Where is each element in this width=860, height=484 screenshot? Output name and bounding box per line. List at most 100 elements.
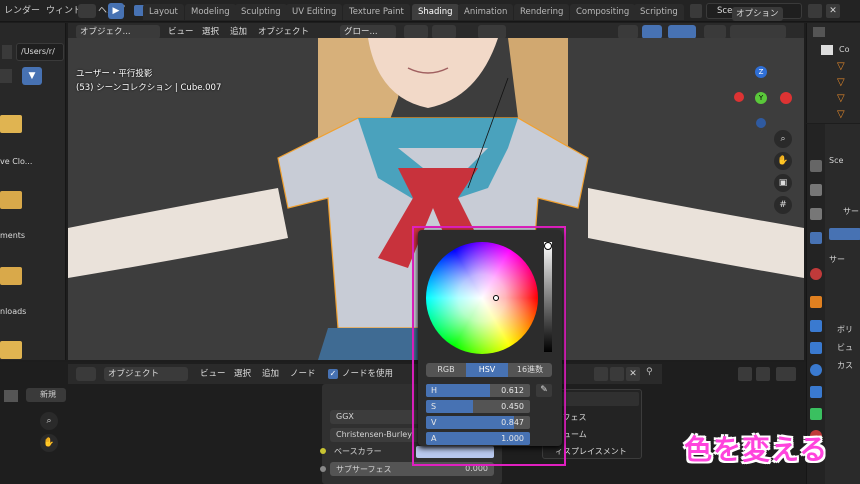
eyedropper-icon[interactable]: ✎ (536, 384, 552, 397)
pivot-icon[interactable] (404, 25, 428, 39)
world-tab-icon[interactable] (810, 268, 822, 280)
upload-icon[interactable] (738, 367, 752, 381)
base-color-socket[interactable] (320, 448, 326, 454)
new-scene-icon[interactable] (808, 4, 822, 18)
saturation-slider[interactable]: S 0.450 (426, 400, 530, 413)
menu-select[interactable]: 選択 (234, 367, 251, 381)
tab-animation[interactable]: Animation (458, 4, 514, 20)
orientation-dropdown[interactable]: グロー... (340, 25, 396, 39)
tab-hsv[interactable]: HSV (466, 363, 508, 377)
tab-modeling[interactable]: Modeling (185, 4, 236, 20)
tab-shading[interactable]: Shading (412, 4, 459, 20)
back-icon[interactable] (2, 45, 12, 59)
zoom-icon[interactable]: ⌕ (40, 412, 58, 430)
copy-icon[interactable] (610, 367, 624, 381)
folder-icon[interactable] (0, 267, 22, 285)
camera-icon[interactable]: ▣ (774, 174, 792, 192)
filter-icon[interactable]: ▼ (22, 67, 42, 85)
pan-hand-icon[interactable]: ✋ (40, 434, 58, 452)
collection-icon[interactable] (821, 45, 833, 55)
pin-icon[interactable]: ⚲ (646, 367, 658, 381)
custom-props-label[interactable]: カス (837, 360, 853, 371)
editor-type-icon[interactable] (78, 4, 96, 18)
zoom-icon[interactable]: ⌕ (774, 130, 792, 148)
surface-selected-row[interactable] (829, 228, 860, 240)
menu-render[interactable]: レンダー (4, 4, 40, 18)
new-button[interactable]: 新規 (26, 388, 66, 402)
value-slider-handle[interactable] (544, 242, 552, 250)
shield-icon[interactable] (594, 367, 608, 381)
color-picker-popup[interactable]: RGB HSV 16進数 H 0.612 S 0.450 V 0.847 A 1… (418, 230, 562, 446)
tool-tab-icon[interactable] (810, 160, 822, 172)
view-layer-tab-icon[interactable] (810, 232, 822, 244)
object-icon[interactable]: ▽ (837, 93, 845, 104)
volume-panel-label[interactable]: ボリ (837, 324, 853, 335)
gizmo-toggle-icon[interactable] (642, 25, 662, 39)
menu-select[interactable]: 選択 (202, 25, 219, 39)
gizmo-y-axis[interactable]: Y (755, 92, 767, 104)
folder-icon[interactable] (0, 341, 22, 359)
subsurface-socket[interactable] (320, 466, 326, 472)
physics-tab-icon[interactable] (810, 364, 822, 376)
menu-add[interactable]: 追加 (262, 367, 279, 381)
overlay-toggle-icon[interactable] (668, 25, 696, 39)
gizmo-z-axis[interactable]: Z (755, 66, 767, 78)
delete-scene-icon[interactable]: ✕ (826, 4, 840, 18)
options-button[interactable]: オプション (732, 7, 783, 21)
gizmo-neg-x-axis[interactable] (734, 92, 744, 102)
path-field[interactable]: /Users/r/ (16, 43, 64, 61)
color-wheel[interactable] (426, 242, 538, 354)
close-icon[interactable]: ✕ (626, 367, 640, 381)
particles-tab-icon[interactable] (810, 342, 822, 354)
tab-uv-editing[interactable]: UV Editing (286, 4, 343, 20)
proportional-icon[interactable] (478, 25, 506, 39)
tab-sculpting[interactable]: Sculpting (235, 4, 287, 20)
gizmo-x-axis[interactable] (780, 92, 792, 104)
object-icon[interactable]: ▽ (837, 77, 845, 88)
mode-dropdown[interactable]: オブジェク... (76, 25, 160, 39)
tab-texture-paint[interactable]: Texture Paint (343, 4, 410, 20)
folder-icon[interactable] (0, 191, 22, 209)
view-toggle-icon[interactable] (0, 69, 12, 83)
grid-icon[interactable]: # (774, 196, 792, 214)
modifier-tab-icon[interactable] (810, 320, 822, 332)
render-tab-icon[interactable] (810, 184, 822, 196)
overlay-icon[interactable] (756, 367, 770, 381)
image-icon[interactable] (4, 390, 18, 402)
tab-layout[interactable]: Layout (143, 4, 184, 20)
folder-icon[interactable] (0, 115, 22, 133)
scene-icon[interactable] (690, 4, 702, 18)
tab-rgb[interactable]: RGB (426, 363, 466, 377)
outliner-type-icon[interactable] (813, 27, 825, 37)
viewport-display-label[interactable]: ビュ (837, 342, 853, 353)
color-wheel-cursor[interactable] (493, 295, 499, 301)
output-tab-icon[interactable] (810, 208, 822, 220)
menu-view[interactable]: ビュー (168, 25, 194, 39)
data-tab-icon[interactable] (810, 408, 822, 420)
menu-object[interactable]: オブジェクト (258, 25, 309, 39)
tab-compositing[interactable]: Compositing (570, 4, 636, 20)
tab-hex[interactable]: 16進数 (508, 363, 552, 377)
menu-view[interactable]: ビュー (200, 367, 226, 381)
xray-icon[interactable] (704, 25, 726, 39)
tab-scripting[interactable]: Scripting (634, 4, 684, 20)
object-icon[interactable]: ▽ (837, 109, 845, 120)
menu-node[interactable]: ノード (290, 367, 316, 381)
snap-icon[interactable] (776, 367, 796, 381)
use-nodes-checkbox[interactable]: ✓ (328, 369, 338, 379)
alpha-slider[interactable]: A 1.000 (426, 432, 530, 445)
pan-hand-icon[interactable]: ✋ (774, 152, 792, 170)
menu-add[interactable]: 追加 (230, 25, 247, 39)
hue-slider[interactable]: H 0.612 (426, 384, 530, 397)
node-mode-dropdown[interactable]: オブジェクト (104, 367, 188, 381)
select-tool-icon[interactable]: ▶ (108, 3, 124, 19)
tab-rendering[interactable]: Rendering (514, 4, 570, 20)
gizmo-neg-z-axis[interactable] (756, 118, 766, 128)
object-icon[interactable]: ▽ (837, 61, 845, 72)
object-tab-icon[interactable] (810, 296, 822, 308)
shading-mode-icons[interactable] (730, 25, 786, 39)
snap-icon[interactable] (432, 25, 456, 39)
editor-type-icon[interactable] (76, 367, 96, 381)
visibility-icon[interactable] (618, 25, 638, 39)
value-field-slider[interactable]: V 0.847 (426, 416, 530, 429)
